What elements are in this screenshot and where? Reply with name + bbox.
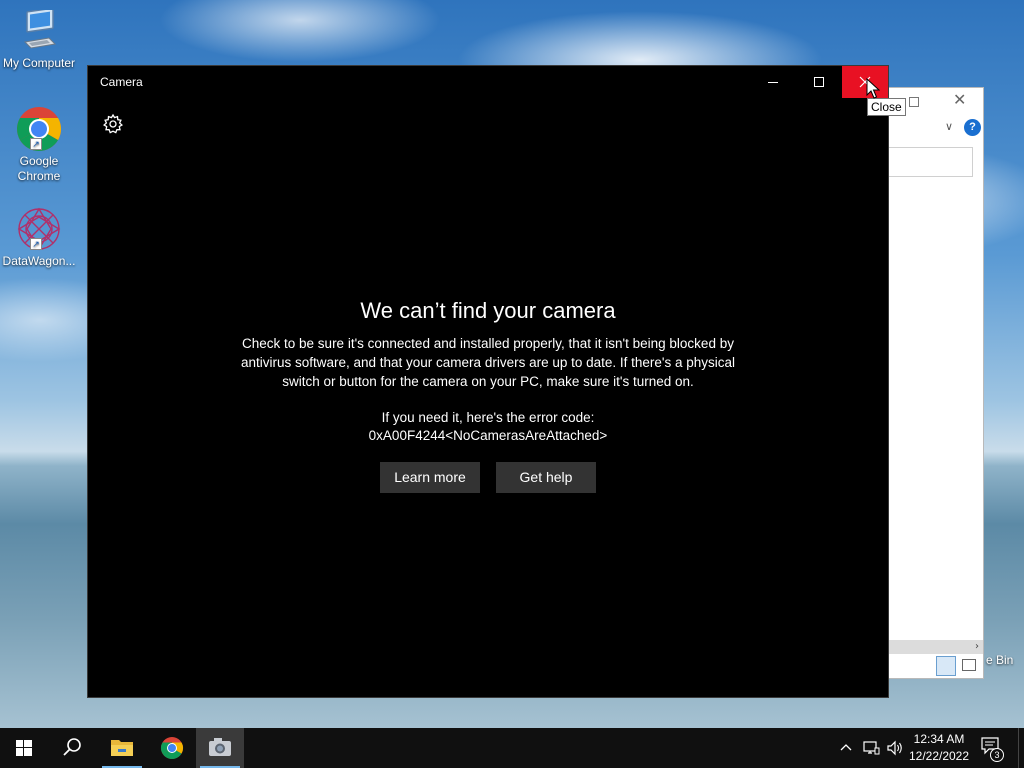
camera-icon: [209, 738, 231, 756]
get-help-button[interactable]: Get help: [496, 462, 596, 493]
desktop-icon-label: Google Chrome: [17, 154, 61, 183]
minimize-button[interactable]: [750, 66, 796, 98]
desktop-icon-datawagon[interactable]: ↗ DataWagon...: [1, 206, 77, 269]
chrome-icon: ↗: [16, 106, 62, 152]
horizontal-scrollbar[interactable]: ›: [887, 640, 983, 654]
taskbar-clock[interactable]: 12:34 AM 12/22/2022: [906, 731, 972, 765]
chevron-up-icon[interactable]: [838, 740, 854, 756]
datawagon-icon: ↗: [16, 206, 62, 252]
chrome-icon: [161, 737, 183, 759]
shortcut-arrow-icon: ↗: [30, 138, 42, 150]
recycle-bin-label: e Bin: [986, 653, 1014, 667]
taskbar-chrome[interactable]: [148, 728, 196, 768]
maximize-icon[interactable]: [909, 97, 919, 107]
start-button[interactable]: [0, 728, 48, 768]
desktop-icon-my-computer[interactable]: My Computer: [1, 7, 77, 71]
gear-icon: [103, 113, 123, 134]
minimize-icon: [768, 82, 778, 83]
taskbar: 12:34 AM 12/22/2022 3: [0, 728, 1024, 768]
close-icon[interactable]: ✕: [953, 90, 966, 109]
computer-icon: [19, 7, 59, 54]
mouse-cursor-icon: [866, 78, 880, 99]
search-icon: [63, 738, 81, 756]
shortcut-arrow-icon: ↗: [30, 238, 42, 250]
error-actions: Learn more Get help: [88, 462, 888, 493]
camera-error-panel: We can’t find your camera Check to be su…: [88, 296, 888, 493]
desktop-icon-label: DataWagon...: [2, 254, 76, 268]
address-bar[interactable]: [887, 147, 973, 177]
error-title: We can’t find your camera: [360, 298, 616, 323]
search-button[interactable]: [48, 728, 96, 768]
settings-button[interactable]: [102, 113, 124, 135]
background-explorer-window[interactable]: ✕ ∨ ? ›: [886, 87, 984, 679]
help-icon[interactable]: ?: [964, 119, 981, 136]
background-window-ribbon: ∨ ?: [887, 118, 983, 140]
clock-time: 12:34 AM: [913, 732, 965, 746]
close-icon: [859, 76, 871, 88]
start-icon: [16, 740, 32, 756]
chevron-down-icon[interactable]: ∨: [945, 120, 953, 133]
file-explorer-icon: [111, 740, 133, 756]
large-icons-view-icon[interactable]: [962, 659, 976, 671]
learn-more-button[interactable]: Learn more: [380, 462, 480, 493]
error-description: Check to be sure it's connected and inst…: [240, 336, 736, 389]
details-view-icon[interactable]: [936, 656, 956, 676]
error-code: 0xA00F4244<NoCamerasAreAttached>: [368, 428, 608, 443]
network-icon[interactable]: [862, 740, 880, 756]
taskbar-camera[interactable]: [196, 728, 244, 768]
maximize-button[interactable]: [796, 66, 842, 98]
maximize-icon: [814, 77, 824, 87]
desktop-icon-google-chrome[interactable]: ↗ Google Chrome: [1, 106, 77, 184]
volume-icon[interactable]: [886, 740, 904, 756]
chevron-right-icon[interactable]: ›: [975, 640, 979, 654]
close-tooltip: Close: [867, 98, 906, 116]
action-center-button[interactable]: 3: [980, 736, 1008, 762]
camera-titlebar[interactable]: Camera: [88, 66, 888, 98]
show-desktop-button[interactable]: [1018, 728, 1024, 768]
clock-date: 12/22/2022: [908, 749, 970, 763]
close-button[interactable]: [842, 66, 888, 98]
window-title: Camera: [100, 75, 143, 89]
camera-app-window[interactable]: Camera We can’t find your camera Check t…: [87, 65, 889, 698]
desktop-icon-label: My Computer: [2, 56, 76, 70]
notification-count-badge: 3: [990, 748, 1004, 762]
error-code-label: If you need it, here's the error code:: [381, 410, 595, 425]
taskbar-file-explorer[interactable]: [98, 728, 146, 768]
